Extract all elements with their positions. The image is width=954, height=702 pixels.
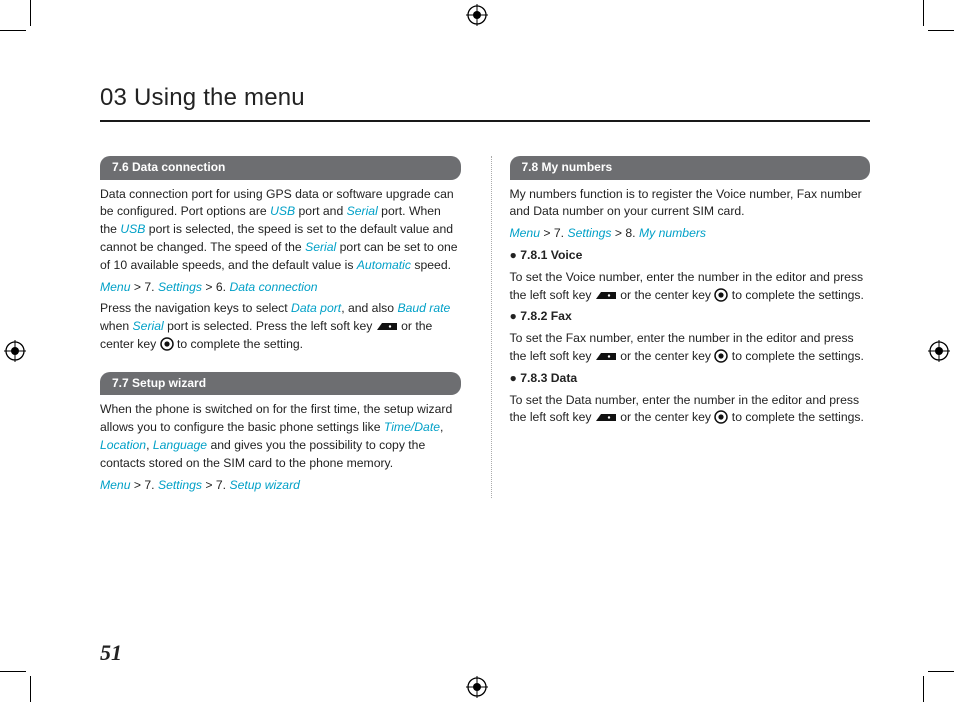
crop-mark <box>0 671 26 672</box>
center-key-icon <box>714 349 728 363</box>
nav-path: Menu > 7. Settings > 6. Data connection <box>100 279 461 297</box>
subsection-7-8-3: ● 7.8.3 Data <box>510 370 871 388</box>
registration-mark-icon <box>928 340 950 362</box>
registration-mark-icon <box>466 4 488 26</box>
nav-path: Menu > 7. Settings > 8. My numbers <box>510 225 871 243</box>
page-number: 51 <box>100 640 122 666</box>
body-text: To set the Data number, enter the number… <box>510 392 871 428</box>
crop-mark <box>30 0 31 26</box>
body-text: Data connection port for using GPS data … <box>100 186 461 275</box>
right-column: 7.8 My numbers My numbers function is to… <box>491 156 871 498</box>
title-rule <box>100 120 870 122</box>
term-automatic: Automatic <box>357 258 411 272</box>
term-data-port: Data port <box>291 301 341 315</box>
chapter-title: 03 Using the menu <box>100 84 870 120</box>
crop-mark <box>30 676 31 702</box>
term-baud-rate: Baud rate <box>397 301 450 315</box>
registration-mark-icon <box>4 340 26 362</box>
center-key-icon <box>714 410 728 424</box>
crop-mark <box>928 671 954 672</box>
subsection-7-8-2: ● 7.8.2 Fax <box>510 308 871 326</box>
nav-path: Menu > 7. Settings > 7. Setup wizard <box>100 477 461 495</box>
left-soft-key-icon <box>376 321 398 333</box>
left-soft-key-icon <box>595 412 617 424</box>
center-key-icon <box>160 337 174 351</box>
body-text: When the phone is switched on for the fi… <box>100 401 461 472</box>
manual-page: 03 Using the menu 7.6 Data connection Da… <box>0 0 954 702</box>
page-content: 03 Using the menu 7.6 Data connection Da… <box>100 84 870 498</box>
crop-mark <box>0 30 26 31</box>
body-text: My numbers function is to register the V… <box>510 186 871 222</box>
crop-mark <box>923 676 924 702</box>
section-heading-7-8: 7.8 My numbers <box>510 156 871 180</box>
crop-mark <box>923 0 924 26</box>
registration-mark-icon <box>466 676 488 698</box>
body-text: To set the Fax number, enter the number … <box>510 330 871 366</box>
crop-mark <box>928 30 954 31</box>
left-column: 7.6 Data connection Data connection port… <box>100 156 461 498</box>
body-text: Press the navigation keys to select Data… <box>100 300 461 353</box>
left-soft-key-icon <box>595 290 617 302</box>
term-serial: Serial <box>305 240 336 254</box>
two-column-layout: 7.6 Data connection Data connection port… <box>100 156 870 498</box>
body-text: To set the Voice number, enter the numbe… <box>510 269 871 305</box>
section-heading-7-7: 7.7 Setup wizard <box>100 372 461 396</box>
left-soft-key-icon <box>595 351 617 363</box>
term-serial: Serial <box>347 204 378 218</box>
term-usb: USB <box>120 222 145 236</box>
section-heading-7-6: 7.6 Data connection <box>100 156 461 180</box>
center-key-icon <box>714 288 728 302</box>
subsection-7-8-1: ● 7.8.1 Voice <box>510 247 871 265</box>
term-usb: USB <box>270 204 295 218</box>
